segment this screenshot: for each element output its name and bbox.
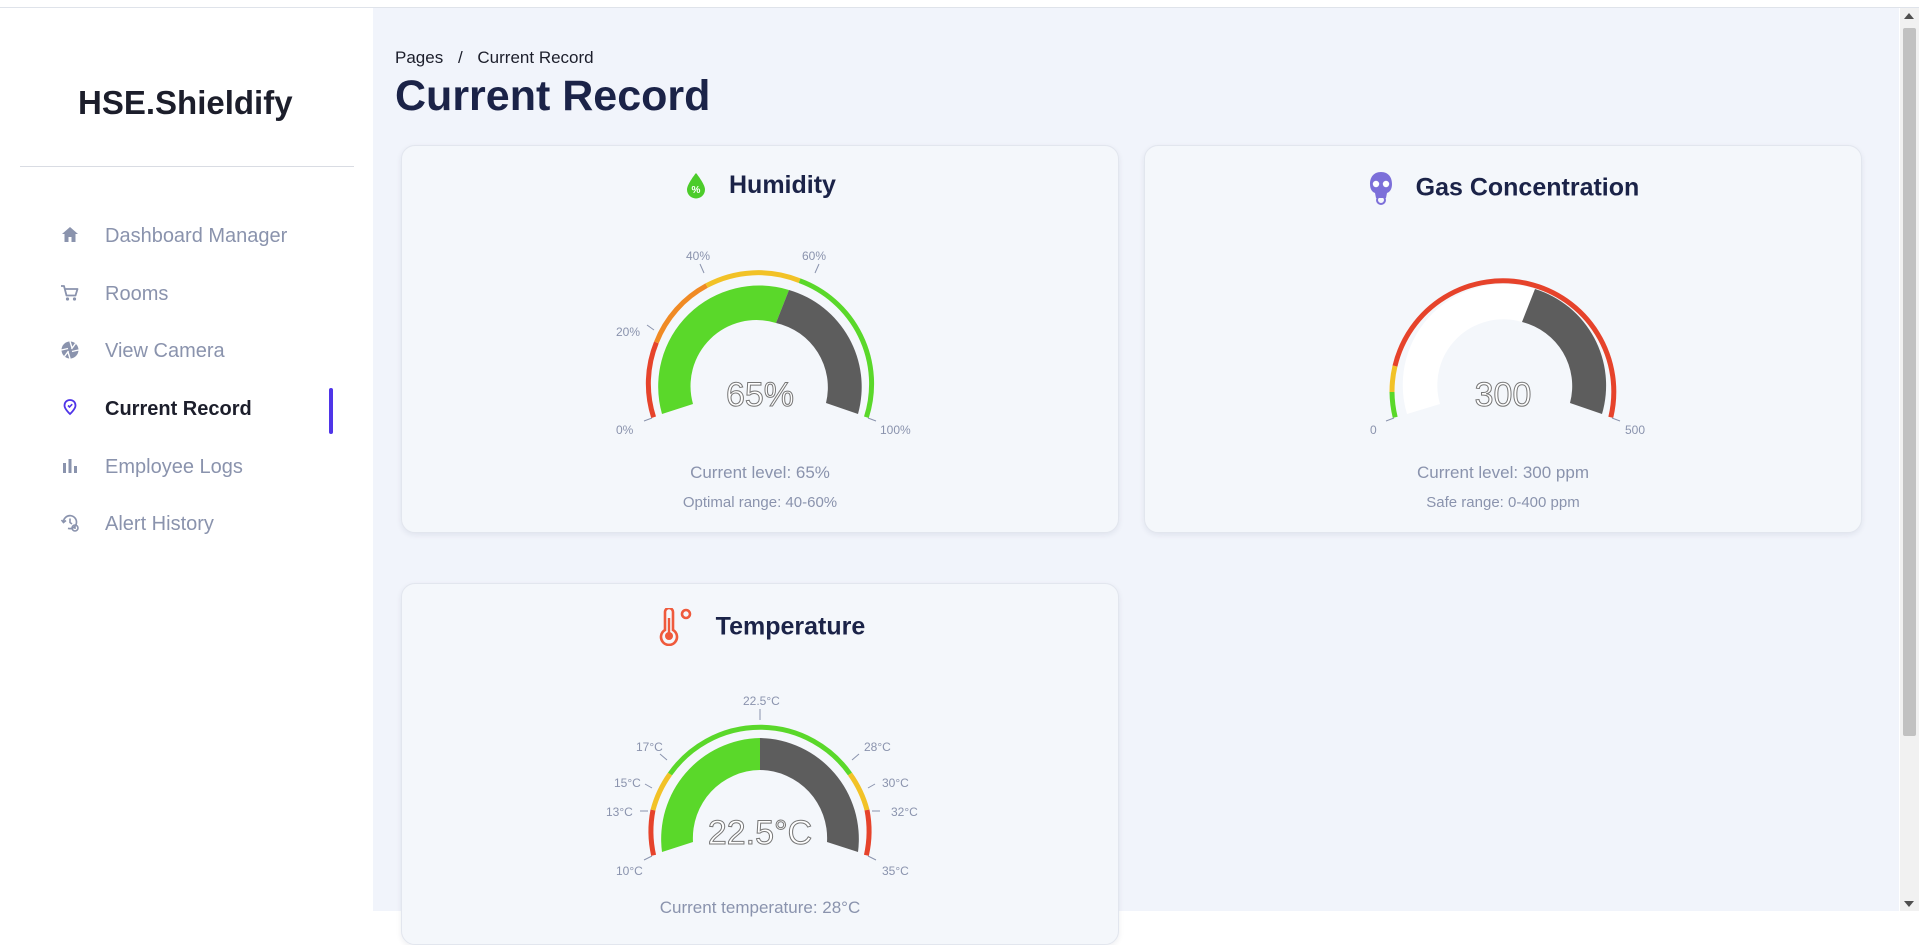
scroll-down-arrow-icon[interactable] xyxy=(1904,901,1914,907)
humidity-tick-label: 40% xyxy=(686,249,710,263)
temperature-gauge: 10°C 13°C 15°C 17°C 22.5°C 28°C 30°C 32°… xyxy=(606,694,918,878)
gas-value: 300 xyxy=(1475,376,1532,414)
browser-top-edge xyxy=(0,0,1919,8)
breadcrumb: Pages / Current Record xyxy=(395,48,604,68)
sidebar-item-rooms[interactable]: Rooms xyxy=(0,271,373,315)
gas-range-text: Safe range: 0-400 ppm xyxy=(1426,494,1580,511)
temperature-tick-label: 22.5°C xyxy=(743,694,780,708)
aperture-icon xyxy=(61,341,79,359)
temperature-tick-label: 30°C xyxy=(882,776,909,790)
temperature-value: 22.5°C xyxy=(708,814,812,852)
vertical-scrollbar[interactable] xyxy=(1900,8,1919,911)
sidebar: HSE.Shieldify Dashboard Manager Rooms Vi… xyxy=(0,8,373,911)
thermometer-icon xyxy=(659,608,692,646)
card-title: Gas Concentration xyxy=(1145,170,1861,206)
active-indicator xyxy=(329,388,333,434)
temperature-tick-label: 10°C xyxy=(616,864,643,878)
sidebar-item-label: Current Record xyxy=(105,398,252,420)
sidebar-divider xyxy=(20,166,354,167)
gas-gauge: 0 500 300 xyxy=(1370,278,1645,437)
gas-concentration-card: Gas Concentration 0 500 300 Current leve… xyxy=(1144,145,1862,533)
sidebar-item-label: Dashboard Manager xyxy=(105,225,288,247)
home-icon xyxy=(62,227,78,242)
gas-tick-label: 0 xyxy=(1370,423,1377,437)
humidity-drop-icon: % xyxy=(687,173,706,199)
history-gear-icon xyxy=(60,514,79,532)
sidebar-item-alert-history[interactable]: Alert History xyxy=(0,501,373,545)
gas-tick-label: 500 xyxy=(1625,423,1645,437)
humidity-tick-label: 20% xyxy=(616,325,640,339)
card-title: Temperature xyxy=(402,608,1118,646)
temperature-card: Temperature 10°C 13°C 15°C 17°C 22.5°C 2… xyxy=(401,583,1119,945)
sidebar-item-label: Employee Logs xyxy=(105,456,243,478)
sidebar-item-dashboard-manager[interactable]: Dashboard Manager xyxy=(0,213,373,257)
gas-title: Gas Concentration xyxy=(1415,173,1640,202)
bar-chart-icon xyxy=(63,459,77,473)
gas-ticks xyxy=(1385,417,1621,422)
temperature-level-text: Current temperature: 28°C xyxy=(659,898,861,917)
humidity-tick-label: 0% xyxy=(616,423,634,437)
temperature-tick-label: 17°C xyxy=(636,740,663,754)
sidebar-item-label: Rooms xyxy=(105,283,169,305)
breadcrumb-separator: / xyxy=(457,48,463,67)
sidebar-item-label: View Camera xyxy=(105,340,225,362)
scroll-up-arrow-icon[interactable] xyxy=(1904,13,1914,19)
brand-logo-text[interactable]: HSE.Shieldify xyxy=(78,84,293,122)
main-content: Pages / Current Record Current Record % … xyxy=(373,8,1899,945)
sidebar-item-current-record[interactable]: Current Record xyxy=(0,386,373,434)
temperature-tick-label: 15°C xyxy=(614,776,641,790)
page-title: Current Record xyxy=(395,72,711,120)
cart-icon xyxy=(61,285,79,301)
gas-mask-icon xyxy=(1369,172,1392,205)
svg-text:%: % xyxy=(692,185,701,196)
breadcrumb-current: Current Record xyxy=(477,48,594,67)
humidity-range-text: Optimal range: 40-60% xyxy=(682,494,838,511)
location-pin-icon xyxy=(63,399,77,416)
humidity-value: 65% xyxy=(726,376,794,414)
sidebar-item-view-camera[interactable]: View Camera xyxy=(0,328,373,372)
gas-gauge-fill xyxy=(1522,289,1607,414)
temperature-tick-label: 32°C xyxy=(891,805,918,819)
humidity-title: Humidity xyxy=(729,170,836,199)
temperature-tick-label: 13°C xyxy=(606,805,633,819)
temperature-tick-label: 28°C xyxy=(864,740,891,754)
humidity-tick-label: 100% xyxy=(880,423,911,437)
sidebar-item-label: Alert History xyxy=(105,513,214,535)
sidebar-item-employee-logs[interactable]: Employee Logs xyxy=(0,444,373,488)
breadcrumb-root[interactable]: Pages xyxy=(395,48,443,67)
humidity-gauge: 0% 20% 40% 60% 100% 65% xyxy=(616,249,911,437)
humidity-card: % Humidity 0% 20% 40% 60% 100% 65% Curre… xyxy=(401,145,1119,533)
humidity-level-text: Current level: 65% xyxy=(690,463,830,482)
humidity-tick-label: 60% xyxy=(802,249,826,263)
gas-level-text: Current level: 300 ppm xyxy=(1417,463,1589,482)
scrollbar-thumb[interactable] xyxy=(1903,28,1916,736)
temperature-title: Temperature xyxy=(715,612,866,641)
temperature-tick-label: 35°C xyxy=(882,864,909,878)
card-title: % Humidity xyxy=(402,170,1118,200)
